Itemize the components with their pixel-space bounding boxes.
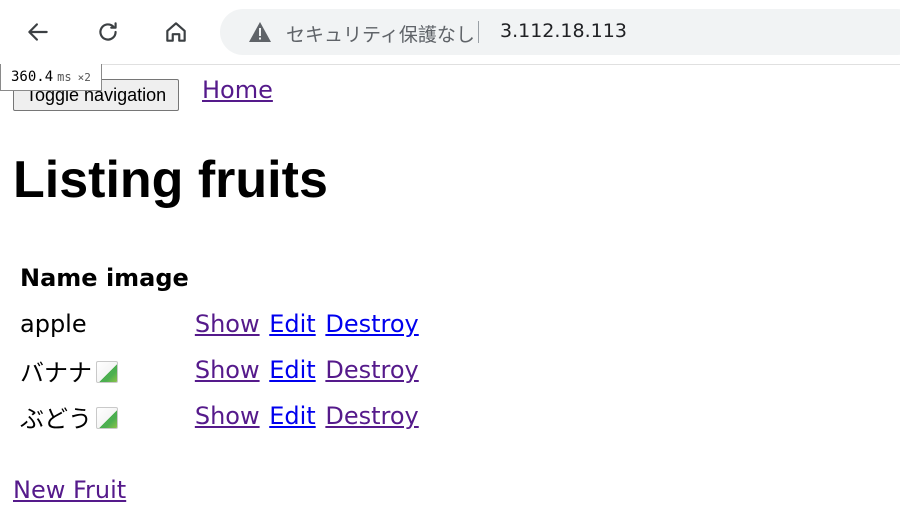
show-link[interactable]: Show	[195, 356, 260, 384]
destroy-link[interactable]: Destroy	[325, 402, 418, 430]
show-link[interactable]: Show	[195, 402, 260, 430]
fruit-actions-cell: Show Edit Destroy	[193, 394, 423, 438]
browser-toolbar: セキュリティ保護なし 3.112.18.113	[0, 0, 900, 65]
edit-link[interactable]: Edit	[269, 310, 315, 338]
fruit-name-cell: apple	[18, 302, 191, 346]
timing-multiplier: ×2	[77, 71, 91, 84]
omnibox-divider	[478, 21, 479, 43]
edit-link[interactable]: Edit	[269, 356, 315, 384]
home-button[interactable]	[158, 14, 194, 50]
fruit-name-cell: バナナ	[18, 348, 191, 392]
header-name-label: Name	[20, 264, 98, 292]
table-header-actions	[193, 256, 423, 300]
fruits-table: Name image apple Show Edit Destroy バナナ S…	[16, 254, 425, 440]
timing-value: 360.4	[11, 69, 54, 85]
warning-icon[interactable]	[248, 21, 272, 43]
reload-button[interactable]	[90, 14, 126, 50]
security-status-text[interactable]: セキュリティ保護なし	[286, 20, 475, 47]
show-link[interactable]: Show	[195, 310, 260, 338]
edit-link[interactable]: Edit	[269, 402, 315, 430]
page-title: Listing fruits	[13, 151, 328, 209]
url-text[interactable]: 3.112.18.113	[500, 20, 627, 42]
fruit-name: apple	[20, 310, 87, 338]
broken-image-icon	[96, 406, 118, 429]
table-header-row: Name image	[18, 256, 423, 300]
destroy-link[interactable]: Destroy	[325, 310, 418, 338]
fruit-name-cell: ぶどう	[18, 394, 191, 438]
reload-icon	[99, 22, 117, 41]
home-link[interactable]: Home	[202, 76, 273, 104]
home-icon	[166, 22, 186, 42]
arrow-left-icon	[28, 23, 48, 41]
fruit-name: バナナ	[20, 358, 92, 387]
address-bar[interactable]: セキュリティ保護なし 3.112.18.113	[220, 9, 900, 55]
table-row: apple Show Edit Destroy	[18, 302, 423, 346]
broken-image-icon	[96, 360, 118, 383]
table-row: ぶどう Show Edit Destroy	[18, 394, 423, 438]
table-header-name: Name image	[18, 256, 191, 300]
destroy-link[interactable]: Destroy	[325, 356, 418, 384]
timing-unit: ms	[57, 70, 72, 84]
new-fruit-link[interactable]: New Fruit	[13, 476, 126, 504]
fruit-actions-cell: Show Edit Destroy	[193, 302, 423, 346]
back-button[interactable]	[20, 14, 56, 50]
timing-badge: 360.4 ms ×2	[0, 64, 102, 91]
fruit-actions-cell: Show Edit Destroy	[193, 348, 423, 392]
fruit-name: ぶどう	[20, 404, 92, 433]
table-row: バナナ Show Edit Destroy	[18, 348, 423, 392]
header-image-label: image	[105, 264, 189, 292]
